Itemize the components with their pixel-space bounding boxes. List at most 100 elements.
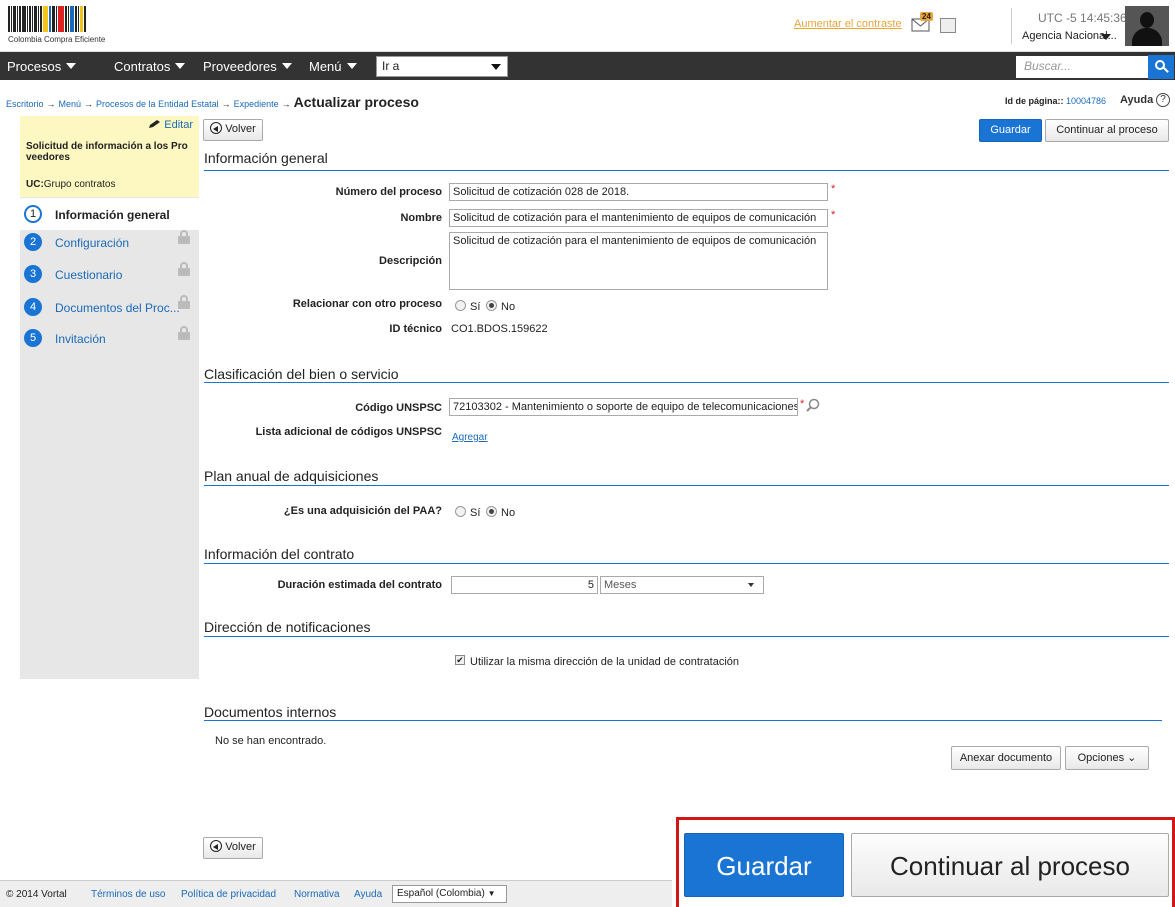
unspsc-input[interactable]: 72103302 - Mantenimiento o soporte de eq… (449, 398, 798, 416)
section-title-contrato: Información del contrato (204, 546, 355, 562)
step-invitacion[interactable]: 5 Invitación (20, 322, 199, 354)
callout-continue-button[interactable]: Continuar al proceso (851, 833, 1169, 897)
section-title-general: Información general (204, 150, 328, 166)
caret-down-icon[interactable] (1101, 34, 1111, 40)
step-label: Configuración (55, 236, 130, 250)
paa-no-radio[interactable] (486, 506, 497, 517)
app-header: Colombia Compra Eficiente Aumentar el co… (0, 0, 1175, 52)
caret-down-icon (66, 63, 77, 69)
duracion-input[interactable]: 5 (451, 576, 598, 594)
goto-select[interactable]: Ir a (376, 56, 508, 77)
breadcrumb: Escritorio → Menú → Procesos de la Entidad E… (6, 94, 419, 110)
language-select[interactable]: Español (Colombia) ▼ (392, 885, 507, 903)
paa-no-label: No (501, 507, 516, 519)
same-address-checkbox[interactable]: ✔ (455, 655, 465, 665)
save-button[interactable]: Guardar (979, 119, 1042, 142)
goto-select-value: Ir a (382, 59, 400, 73)
numero-label: Número del proceso (335, 186, 442, 198)
header-divider (1011, 8, 1012, 44)
numero-input[interactable]: Solicitud de cotización 028 de 2018. (449, 183, 828, 201)
edit-link[interactable]: Editar (148, 119, 193, 131)
back-button-label: Volver (225, 841, 256, 853)
edit-link-label: Editar (164, 119, 193, 131)
caret-down-icon (491, 64, 501, 70)
main-nav: Procesos Contratos Proveedores Menú (0, 52, 1175, 80)
section-divider (204, 170, 1169, 171)
nombre-input[interactable]: Solicitud de cotización para el mantenim… (449, 209, 828, 227)
same-address-label: Utilizar la misma dirección de la unidad… (470, 656, 740, 668)
increase-contrast-link[interactable]: Aumentar el contraste (794, 18, 902, 30)
search-input[interactable]: Buscar... (1016, 56, 1148, 78)
breadcrumb-separator: → (46, 99, 56, 109)
breadcrumb-separator: → (84, 99, 94, 109)
footer-privacidad-link[interactable]: Política de privacidad (181, 889, 276, 900)
help-link[interactable]: Ayuda (1120, 94, 1153, 106)
anexar-documento-button[interactable]: Anexar documento (951, 746, 1061, 770)
back-button-bottom[interactable]: Volver (203, 837, 263, 859)
nav-menu[interactable]: Menú (309, 59, 357, 74)
required-mark: * (831, 209, 836, 221)
footer-copyright: © 2014 Vortal (6, 889, 67, 900)
breadcrumb-menu[interactable]: Menú (59, 99, 82, 109)
footer-terminos-link[interactable]: Términos de uso (91, 889, 165, 900)
section-divider (204, 485, 1169, 486)
pencil-icon (149, 120, 161, 128)
breadcrumb-escritorio[interactable]: Escritorio (6, 99, 44, 109)
colombia-compra-logo[interactable]: Colombia Compra Eficiente (8, 6, 134, 46)
process-title: Solicitud de información a los Pro veedo… (26, 141, 188, 163)
footer-normativa-link[interactable]: Normativa (294, 889, 340, 900)
barcode-logo-icon (8, 6, 86, 32)
page-id-label: Id de página:: (1005, 96, 1064, 106)
breadcrumb-expediente[interactable]: Expediente (234, 99, 279, 109)
opciones-button[interactable]: Opciones ⌄ (1065, 746, 1149, 770)
nav-proveedores[interactable]: Proveedores (203, 59, 292, 74)
nav-contratos[interactable]: Contratos (114, 59, 186, 74)
duracion-unit-select[interactable]: Meses (600, 576, 764, 594)
nav-procesos-label: Procesos (7, 59, 62, 74)
section-divider (204, 382, 1169, 383)
relacionar-label: Relacionar con otro proceso (292, 298, 442, 310)
footer-ayuda-link[interactable]: Ayuda (354, 889, 382, 900)
section-divider (204, 720, 1162, 721)
uc-value: Grupo contratos (43, 179, 116, 190)
callout-save-button[interactable]: Guardar (684, 833, 844, 897)
breadcrumb-separator: → (281, 99, 291, 109)
section-title-plan: Plan anual de adquisiciones (204, 468, 379, 484)
step-cuestionario[interactable]: 3 Cuestionario (20, 258, 199, 290)
magnifier-icon[interactable] (806, 398, 820, 412)
documents-icon[interactable] (940, 18, 956, 33)
nav-proveedores-label: Proveedores (203, 59, 277, 74)
page-id-value: 10004786 (1066, 96, 1107, 106)
lock-icon (178, 262, 190, 276)
paa-si-radio[interactable] (455, 506, 466, 517)
required-mark: * (800, 398, 805, 410)
step-number: 4 (24, 298, 42, 316)
continue-button[interactable]: Continuar al proceso (1045, 119, 1169, 142)
nav-procesos[interactable]: Procesos (7, 59, 77, 74)
relacionar-si-radio[interactable] (455, 300, 466, 311)
section-title-notificaciones: Dirección de notificaciones (204, 619, 371, 635)
search-button[interactable] (1148, 55, 1174, 79)
logo-text: Colombia Compra Eficiente (8, 35, 106, 44)
descripcion-textarea[interactable]: Solicitud de cotización para el mantenim… (449, 232, 828, 290)
utc-label: UTC -5 (1038, 11, 1077, 25)
breadcrumb-procesos[interactable]: Procesos de la Entidad Estatal (96, 99, 219, 109)
step-documentos[interactable]: 4 Documentos del Proc... (20, 291, 199, 323)
step-number: 5 (24, 329, 42, 347)
section-title-clasificacion: Clasificación del bien o servicio (204, 366, 399, 382)
lock-icon (178, 230, 190, 244)
duracion-unit-value: Meses (604, 579, 637, 591)
relacionar-no-radio[interactable] (486, 300, 497, 311)
process-info-box: Editar Solicitud de información a los Pr… (20, 116, 199, 197)
user-avatar[interactable] (1125, 6, 1169, 46)
opciones-button-label: Opciones (1077, 752, 1125, 764)
help-icon[interactable]: ? (1156, 93, 1170, 107)
back-button[interactable]: Volver (203, 119, 263, 141)
section-divider (204, 636, 1169, 637)
section-title-documentos: Documentos internos (204, 704, 337, 720)
step-configuracion[interactable]: 2 Configuración (20, 226, 199, 258)
caret-down-icon (346, 63, 357, 69)
duracion-label: Duración estimada del contrato (277, 579, 442, 591)
agregar-link[interactable]: Agregar (452, 432, 488, 443)
footer: © 2014 Vortal Términos de uso Política d… (0, 880, 672, 907)
